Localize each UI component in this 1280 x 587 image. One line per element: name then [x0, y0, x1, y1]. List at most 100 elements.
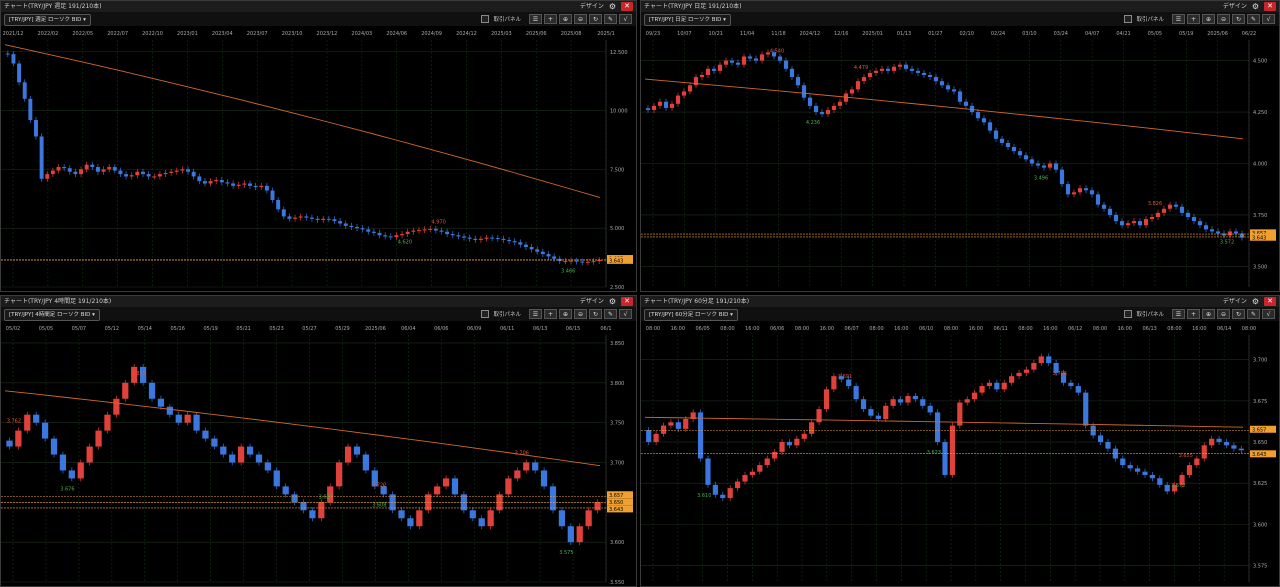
chart-pane-weekly[interactable]: チャート(TRY/JPY 週足 191/210本) デザイン ⚙ ✕ [TRY/… [0, 0, 637, 292]
gear-icon[interactable]: ⚙ [609, 297, 616, 306]
annotation-label: 3.825 [131, 371, 145, 377]
candle-body [309, 510, 316, 519]
refresh-icon[interactable]: ↻ [1232, 14, 1245, 24]
candle-body [214, 179, 219, 182]
x-tick-label: 2025/03 [491, 31, 512, 37]
symbol-select[interactable]: [TRY/JPY] 60分足 ローソク BID ▾ [644, 309, 738, 321]
candle-body [186, 169, 191, 172]
design-link[interactable]: デザイン [1223, 296, 1247, 307]
crosshair-icon[interactable]: + [1187, 309, 1200, 319]
symbol-select[interactable]: [TRY/JPY] 日足 ローソク BID ▾ [644, 14, 731, 26]
design-link[interactable]: デザイン [1223, 1, 1247, 12]
design-link[interactable]: デザイン [580, 296, 604, 307]
trade-panel-checkbox[interactable] [1124, 15, 1133, 23]
close-icon[interactable]: ✕ [1264, 2, 1276, 11]
y-tick-label: 10.000 [610, 109, 628, 115]
candle-body [909, 68, 915, 71]
y-tick-label: 4.000 [1253, 162, 1267, 168]
trade-panel-label: 取引パネル [493, 312, 521, 318]
annotation-label: 3.826 [1148, 201, 1162, 207]
trade-panel-checkbox[interactable] [481, 310, 490, 318]
trade-panel-label: 取引パネル [1136, 17, 1164, 23]
chart-plot-daily[interactable]: 09/23 10/07 10/21 11/04 11/18 2024/12 12/16 202… [641, 26, 1279, 291]
trade-panel-checkbox[interactable] [1124, 310, 1133, 318]
zoom-out-icon[interactable]: ⊖ [574, 309, 587, 319]
candle-body [912, 395, 918, 400]
candle-body [786, 442, 793, 446]
indicator-icon[interactable]: ☰ [1172, 14, 1185, 24]
gear-icon[interactable]: ⚙ [1252, 2, 1259, 11]
annotation-icon[interactable]: √ [1262, 14, 1275, 24]
crosshair-icon[interactable]: + [544, 14, 557, 24]
candle-body [779, 442, 785, 452]
symbol-select[interactable]: [TRY/JPY] 4時間足 ローソク BID ▾ [4, 309, 100, 321]
zoom-in-icon[interactable]: ⊕ [559, 14, 572, 24]
candle-body [118, 170, 123, 175]
chart-plot-4h[interactable]: 05/02 05/05 05/07 05/12 05/14 05/16 05/19 05/21… [1, 321, 636, 586]
x-tick-label: 2023/07 [247, 31, 268, 37]
chart-pane-4h[interactable]: チャート(TRY/JPY 4時間足 191/210本) デザイン ⚙ ✕ [TR… [0, 295, 637, 587]
draw-line-icon[interactable]: ✎ [604, 309, 617, 319]
candle-body [861, 77, 867, 82]
candle-body [95, 167, 100, 172]
refresh-icon[interactable]: ↻ [589, 309, 602, 319]
candle-body [22, 82, 27, 99]
candle-body [927, 74, 933, 78]
price-tag-label: 3.643 [609, 258, 623, 264]
x-tick-label: 16:00 [1118, 326, 1132, 332]
zoom-in-icon[interactable]: ⊕ [1202, 309, 1215, 319]
price-tag-label: 3.650 [609, 500, 623, 506]
zoom-out-icon[interactable]: ⊖ [1217, 309, 1230, 319]
zoom-out-icon[interactable]: ⊖ [574, 14, 587, 24]
gear-icon[interactable]: ⚙ [1252, 297, 1259, 306]
x-tick-label: 2022/02 [37, 31, 58, 37]
candle-body [107, 167, 112, 170]
y-tick-label: 3.550 [610, 580, 624, 586]
annotation-icon[interactable]: √ [619, 309, 632, 319]
gear-icon[interactable]: ⚙ [609, 2, 616, 11]
refresh-icon[interactable]: ↻ [589, 14, 602, 24]
candle-body [823, 389, 830, 410]
candle-body [1016, 372, 1022, 377]
candle-body [563, 261, 568, 263]
indicator-icon[interactable]: ☰ [529, 309, 542, 319]
chart-plot-weekly[interactable]: 2021/12 2022/02 2022/05 2022/07 2022/10 2023/… [1, 26, 636, 291]
crosshair-icon[interactable]: + [1187, 14, 1200, 24]
crosshair-icon[interactable]: + [544, 309, 557, 319]
close-icon[interactable]: ✕ [621, 2, 633, 11]
pane-toolbar: [TRY/JPY] 60分足 ローソク BID ▾ 取引パネル ☰ + ⊕ ⊖ … [641, 307, 1279, 321]
trade-panel-checkbox[interactable] [481, 15, 490, 23]
draw-line-icon[interactable]: ✎ [1247, 309, 1260, 319]
close-icon[interactable]: ✕ [1264, 297, 1276, 306]
candle-body [660, 425, 667, 434]
refresh-icon[interactable]: ↻ [1232, 309, 1245, 319]
x-tick-label: 2023/01 [177, 31, 198, 37]
candle-body [202, 181, 207, 184]
candle-body [529, 247, 534, 250]
candle-body [1161, 208, 1167, 213]
candle-body [951, 89, 957, 92]
indicator-icon[interactable]: ☰ [529, 14, 542, 24]
annotation-icon[interactable]: √ [1262, 309, 1275, 319]
draw-line-icon[interactable]: ✎ [1247, 14, 1260, 24]
candle-body [873, 70, 879, 73]
candle-body [236, 184, 241, 186]
x-tick-label: 08:00 [646, 326, 660, 332]
chart-pane-60m[interactable]: チャート(TRY/JPY 60分足 191/210本) デザイン ⚙ ✕ [TR… [640, 295, 1280, 587]
close-icon[interactable]: ✕ [621, 297, 633, 306]
chart-plot-60m[interactable]: 08:00 16:00 06/05 08:00 16:00 06/06 08:00 16:00… [641, 321, 1279, 586]
zoom-out-icon[interactable]: ⊖ [1217, 14, 1230, 24]
candle-body [1131, 221, 1137, 224]
annotation-icon[interactable]: √ [619, 14, 632, 24]
chart-pane-daily[interactable]: チャート(TRY/JPY 日足 191/210本) デザイン ⚙ ✕ [TRY/… [640, 0, 1280, 292]
symbol-select[interactable]: [TRY/JPY] 週足 ローソク BID ▾ [4, 14, 91, 26]
zoom-in-icon[interactable]: ⊕ [1202, 14, 1215, 24]
indicator-icon[interactable]: ☰ [1172, 309, 1185, 319]
candle-body [383, 235, 388, 237]
candle-body [1142, 471, 1148, 475]
draw-line-icon[interactable]: ✎ [604, 14, 617, 24]
x-tick-label: 2021/12 [3, 31, 24, 37]
design-link[interactable]: デザイン [580, 1, 604, 12]
zoom-in-icon[interactable]: ⊕ [559, 309, 572, 319]
moving-average-line [4, 390, 601, 467]
